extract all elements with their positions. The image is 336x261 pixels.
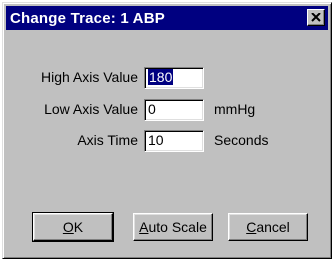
axis-time-label: Axis Time [77,132,138,148]
low-axis-value: 0 [148,101,156,117]
axis-time-unit: Seconds [214,132,269,148]
close-button[interactable] [307,9,325,26]
auto-scale-button[interactable]: Auto Scale [133,213,213,241]
low-axis-label: Low Axis Value [44,101,138,117]
axis-time-input[interactable]: 10 [144,130,204,152]
high-axis-input[interactable]: 180 [144,67,204,89]
ok-mnemonic: O [62,219,74,235]
change-trace-dialog: Change Trace: 1 ABP High Axis Value 180 … [2,2,332,259]
cancel-label-rest: ancel [256,219,290,235]
axis-time-value: 10 [148,132,164,148]
cancel-mnemonic: C [246,219,257,235]
close-icon [311,13,321,22]
title-bar[interactable]: Change Trace: 1 ABP [6,6,328,30]
ok-button[interactable]: OK [32,212,114,242]
low-axis-input[interactable]: 0 [144,99,204,121]
auto-scale-label-rest: uto Scale [148,219,207,235]
window-title: Change Trace: 1 ABP [10,10,165,27]
high-axis-label: High Axis Value [40,69,138,85]
low-axis-unit: mmHg [214,101,256,117]
cancel-button[interactable]: Cancel [228,213,308,241]
ok-label-rest: K [73,219,84,235]
high-axis-value: 180 [148,69,174,85]
